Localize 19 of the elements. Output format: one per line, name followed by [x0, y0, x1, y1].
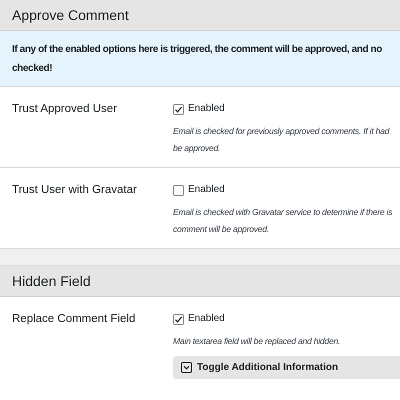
option-label: Trust User with Gravatar	[12, 184, 137, 196]
checkbox[interactable]	[173, 184, 184, 196]
description-text: Main textarea field will be replaced and hidden.	[173, 335, 342, 348]
checkbox-label[interactable]: Enabled	[188, 311, 225, 327]
checkbox[interactable]	[173, 314, 184, 324]
toggle-button[interactable]: Toggle Additional Information	[173, 356, 400, 379]
section-title: Approve Comment	[0, 0, 400, 31]
option-label: Replace Comment Field	[12, 313, 136, 325]
section-title: Hidden Field	[0, 266, 400, 297]
description-text: comment will be approved.	[173, 223, 270, 236]
description-text: Email is checked for previously approved comments. If it had	[173, 125, 390, 138]
notice-text: If any of the enabled options here is triggered, the comment will be approved, and no checked!	[0, 31, 400, 87]
description-text: be approved.	[173, 142, 222, 155]
description-text: Email is checked with Gravatar service to determine if there is	[173, 206, 394, 219]
chevron-down-icon	[181, 362, 192, 373]
checkbox-label[interactable]: Enabled	[188, 101, 225, 117]
checkbox[interactable]	[173, 104, 184, 114]
option-label: Trust Approved User	[12, 103, 118, 115]
checkbox-label[interactable]: Enabled	[188, 182, 225, 198]
